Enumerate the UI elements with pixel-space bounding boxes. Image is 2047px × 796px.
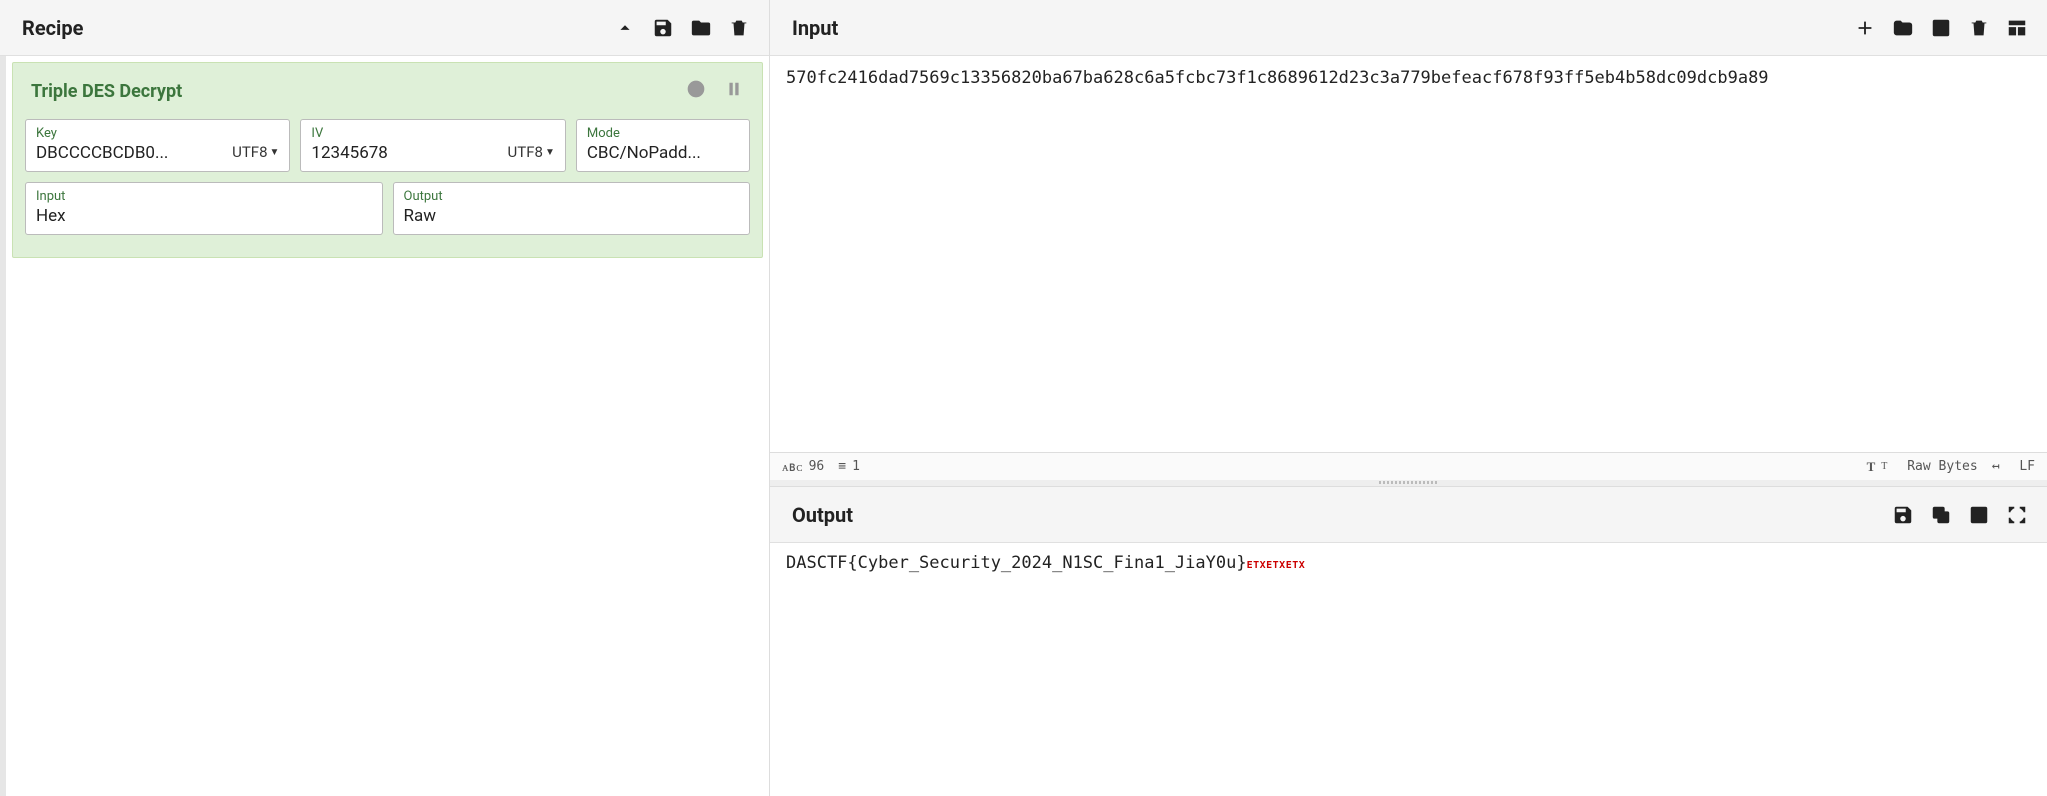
import-icon[interactable] xyxy=(1929,16,1953,40)
move-to-input-icon[interactable] xyxy=(1967,503,1991,527)
mode-label: Mode xyxy=(587,126,739,141)
operation-title: Triple DES Decrypt xyxy=(31,81,182,102)
output-text[interactable]: DASCTF{Cyber_Security_2024_N1SC_Fina1_Ji… xyxy=(770,543,2047,796)
copy-icon[interactable] xyxy=(1929,503,1953,527)
save-icon[interactable] xyxy=(651,16,675,40)
folder-icon[interactable] xyxy=(689,16,713,40)
input-lines: 1 xyxy=(852,459,860,474)
open-folder-icon[interactable] xyxy=(1891,16,1915,40)
output-value: DASCTF{Cyber_Security_2024_N1SC_Fina1_Ji… xyxy=(786,553,1247,573)
layout-icon[interactable] xyxy=(2005,16,2029,40)
input-type-label: Input xyxy=(36,189,372,204)
fullscreen-icon[interactable] xyxy=(2005,503,2029,527)
key-value[interactable]: DBCCCCBCDB0... xyxy=(36,143,224,163)
lines-icon: ≡ xyxy=(838,459,846,474)
pause-icon[interactable] xyxy=(724,79,744,103)
input-type-value[interactable]: Hex xyxy=(36,206,372,226)
chevron-up-icon[interactable] xyxy=(613,16,637,40)
iv-encoding-dropdown[interactable]: UTF8▼ xyxy=(508,143,555,163)
recipe-title: Recipe xyxy=(22,16,83,40)
iv-label: IV xyxy=(311,126,499,141)
eol-selector[interactable]: ↤ LF xyxy=(1992,459,2035,474)
input-header: Input xyxy=(770,0,2047,56)
output-header: Output xyxy=(770,487,2047,543)
input-text[interactable]: 570fc2416dad7569c13356820ba67ba628c6a5fc… xyxy=(770,56,2047,452)
add-icon[interactable] xyxy=(1853,16,1877,40)
input-statusbar: ᴀʙᴄ 96 ≡ 1 TT Raw Bytes ↤ LF xyxy=(770,452,2047,480)
horizontal-splitter[interactable] xyxy=(770,480,2047,486)
control-chars: ETXETXETX xyxy=(1247,560,1306,571)
key-encoding-dropdown[interactable]: UTF8▼ xyxy=(232,143,279,163)
save-output-icon[interactable] xyxy=(1891,503,1915,527)
length-label-icon: ᴀʙᴄ xyxy=(782,459,803,475)
output-title: Output xyxy=(792,503,853,527)
output-type-value[interactable]: Raw xyxy=(404,206,740,226)
mode-value[interactable]: CBC/NoPadd... xyxy=(587,143,739,163)
output-type-field[interactable]: Output Raw xyxy=(393,182,751,235)
key-field[interactable]: Key DBCCCCBCDB0... UTF8▼ xyxy=(25,119,290,172)
operation-triple-des-decrypt: Triple DES Decrypt Key DBCCCCBCDB0... UT… xyxy=(12,62,763,258)
mode-field[interactable]: Mode CBC/NoPadd... xyxy=(576,119,750,172)
key-label: Key xyxy=(36,126,224,141)
trash-icon[interactable] xyxy=(727,16,751,40)
clear-input-icon[interactable] xyxy=(1967,16,1991,40)
output-type-label: Output xyxy=(404,189,740,204)
recipe-header: Recipe xyxy=(0,0,769,56)
iv-field[interactable]: IV 12345678 UTF8▼ xyxy=(300,119,565,172)
disable-icon[interactable] xyxy=(686,79,706,103)
input-type-field[interactable]: Input Hex xyxy=(25,182,383,235)
input-title: Input xyxy=(792,16,838,40)
encoding-selector[interactable]: TT Raw Bytes xyxy=(1867,459,1978,475)
input-length: 96 xyxy=(809,459,825,474)
iv-value[interactable]: 12345678 xyxy=(311,143,499,163)
